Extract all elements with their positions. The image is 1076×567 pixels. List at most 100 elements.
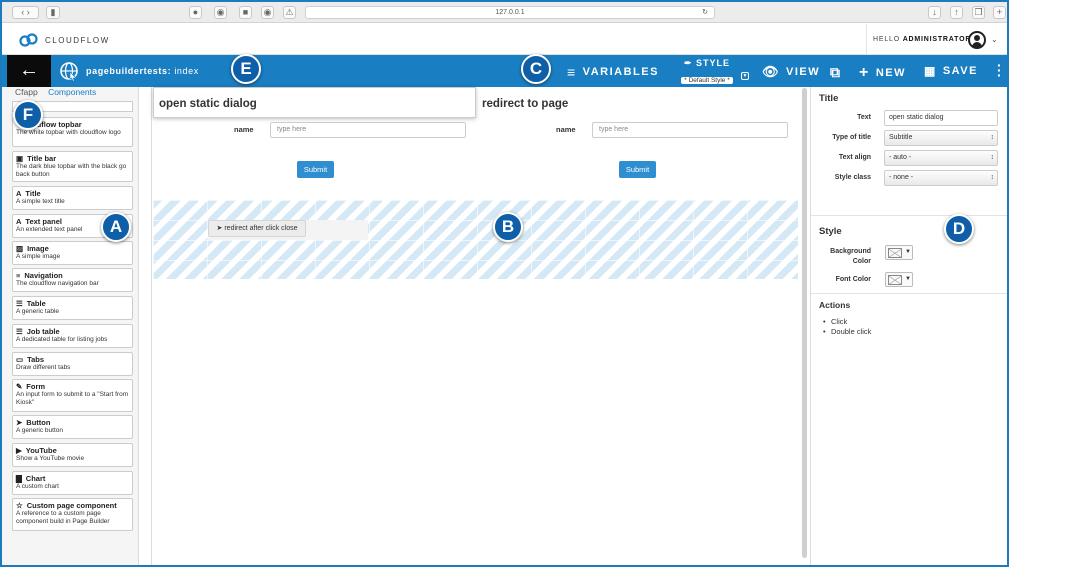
variables-icon: ≡ [567,64,577,80]
component-title-text: Tabs [27,355,45,364]
pinterest-icon[interactable]: ◉ [214,6,227,19]
submit-button-right[interactable]: Submit [619,161,656,178]
palette-tabs: Cfapp Components [15,87,104,97]
warning-icon[interactable]: ⚠ [283,6,296,19]
brand-name: CLOUDFLOW [45,35,110,45]
view-label: VIEW [786,66,821,78]
style-dropdown[interactable]: * Default Style * [681,77,733,84]
greeting-text: HELLO [873,36,903,43]
action-item-click[interactable]: Click [823,317,847,326]
component-title-text: Job table [26,327,60,336]
chevron-down-icon[interactable]: ⌄ [991,35,998,44]
style-section-title: Style [819,226,842,237]
font-color-label: Font Color [835,276,871,283]
component-item[interactable]: ☰ Job table A dedicated table for listing … [12,324,133,348]
sidebar-toggle-icon[interactable]: ▮ [46,6,60,19]
style-selector[interactable]: ✒ STYLE * Default Style * [677,58,737,84]
extension-icon[interactable]: ◉ [261,6,274,19]
component-description: A custom chart [16,483,59,490]
user-avatar-icon[interactable] [968,31,986,49]
chevron-down-icon[interactable]: ▼ [741,72,749,80]
download-icon[interactable]: ↓ [928,6,941,19]
title-icon: A [16,189,22,198]
style-label-text: STYLE [696,58,731,68]
tab-components[interactable]: Components [48,87,96,97]
globe-cursor-icon [60,62,78,81]
style-class-select[interactable]: - none - [884,170,998,186]
component-title: ▶ YouTube [16,446,129,455]
component-item[interactable]: ▶ YouTube Show a YouTube movie [12,443,133,467]
image-icon: ▨ [16,244,24,253]
component-description: The dark blue topbar with the black go b… [16,163,127,178]
caret-down-icon: ▼ [905,276,911,282]
back-button[interactable]: ← [7,55,51,87]
more-menu-icon[interactable]: · · · [997,58,1002,82]
component-title: ➤ Button [16,418,129,427]
canvas-scrollbar[interactable] [802,88,807,558]
name-input-left[interactable]: type here [270,122,466,138]
chart-icon: ▇ [16,474,22,483]
component-title: ▇ Chart [16,474,129,483]
background-color-picker[interactable]: ▼ [885,245,913,260]
marker-d: D [944,214,974,244]
font-color-picker[interactable]: ▼ [885,272,913,287]
title-text-input[interactable]: open static dialog [884,110,998,126]
variables-button[interactable]: ≡ VARIABLES [567,64,659,80]
component-title-text: Chart [25,474,46,483]
canvas-title-left: open static dialog [159,98,257,110]
new-button[interactable]: + NEW [859,64,906,82]
tab-cfapp[interactable]: Cfapp [15,87,38,97]
component-item[interactable]: ≡ Navigation The cloudflow navigation bar [12,268,133,292]
canvas-title-right[interactable]: redirect to page [482,98,568,110]
text-align-select[interactable]: - auto - [884,150,998,166]
user-greeting: HELLO ADMINISTRATOR [873,36,971,43]
copy-button[interactable]: ⧉ [830,64,842,81]
reload-icon[interactable]: ↻ [702,7,708,19]
new-label: NEW [875,67,907,79]
component-title-text: YouTube [25,446,57,455]
back-forward-buttons[interactable]: ‹ › [12,6,39,19]
page-name-suffix: index [171,66,199,76]
page-name-prefix: pagebuildertests: [86,66,172,76]
extension-icon[interactable]: ● [189,6,202,19]
divider [811,215,1007,216]
share-icon[interactable]: ↑ [950,6,963,19]
view-button[interactable]: 👁 VIEW [762,64,820,80]
component-item[interactable]: ▨ Image A simple image [12,241,133,265]
component-title: ☆ Custom page component [16,501,129,510]
component-item[interactable]: ▭ Tabs Draw different tabs [12,352,133,376]
component-item[interactable]: ▇ Chart A custom chart [12,471,133,495]
component-title: ✎ Form [16,382,129,391]
user-name: ADMINISTRATOR [902,36,972,43]
component-item[interactable]: ☆ Custom page component A reference to a c… [12,498,133,531]
page-canvas[interactable]: open static dialog redirect to page name… [153,87,798,565]
new-tab-icon[interactable]: + [993,6,1006,19]
submit-button-left[interactable]: Submit [297,161,334,178]
type-of-title-select[interactable]: Subtitle [884,130,998,146]
extension-icon[interactable]: ■ [239,6,252,19]
text-label: Text [857,114,871,121]
tabs-icon[interactable]: ❐ [972,6,985,19]
component-item[interactable]: A Title A simple text title [12,186,133,210]
component-title-text: Title bar [27,154,57,163]
component-item[interactable]: ✎ Form An input form to submit to a "Start… [12,379,133,412]
titlebar-icon: ▣ [16,154,24,163]
floppy-icon: ▦ [924,64,937,78]
component-item[interactable]: ▣ Title bar The dark blue topbar with the … [12,151,133,182]
component-item[interactable]: ☰ Table A generic table [12,296,133,320]
action-item-double-click[interactable]: Double click [823,327,872,336]
page-name: pagebuildertests: index [86,66,199,76]
redirect-button[interactable]: ➤ redirect after click close [208,220,306,237]
text-align-label: Text align [838,154,871,161]
save-label: SAVE [942,65,978,77]
cloudflow-topbar: CLOUDFLOW HELLO ADMINISTRATOR ⌄ [2,24,1007,55]
component-title-text: Navigation [24,271,63,280]
component-description: Draw different tabs [16,364,71,371]
name-input-right[interactable]: type here [592,122,788,138]
address-bar[interactable]: 127.0.0.1 ↻ [305,6,715,19]
component-title-text: Table [26,299,46,308]
component-item[interactable]: ➤ Button A generic button [12,415,133,439]
save-button[interactable]: ▦ SAVE [924,64,978,78]
marker-c: C [521,54,551,84]
component-title: ☰ Table [16,299,129,308]
